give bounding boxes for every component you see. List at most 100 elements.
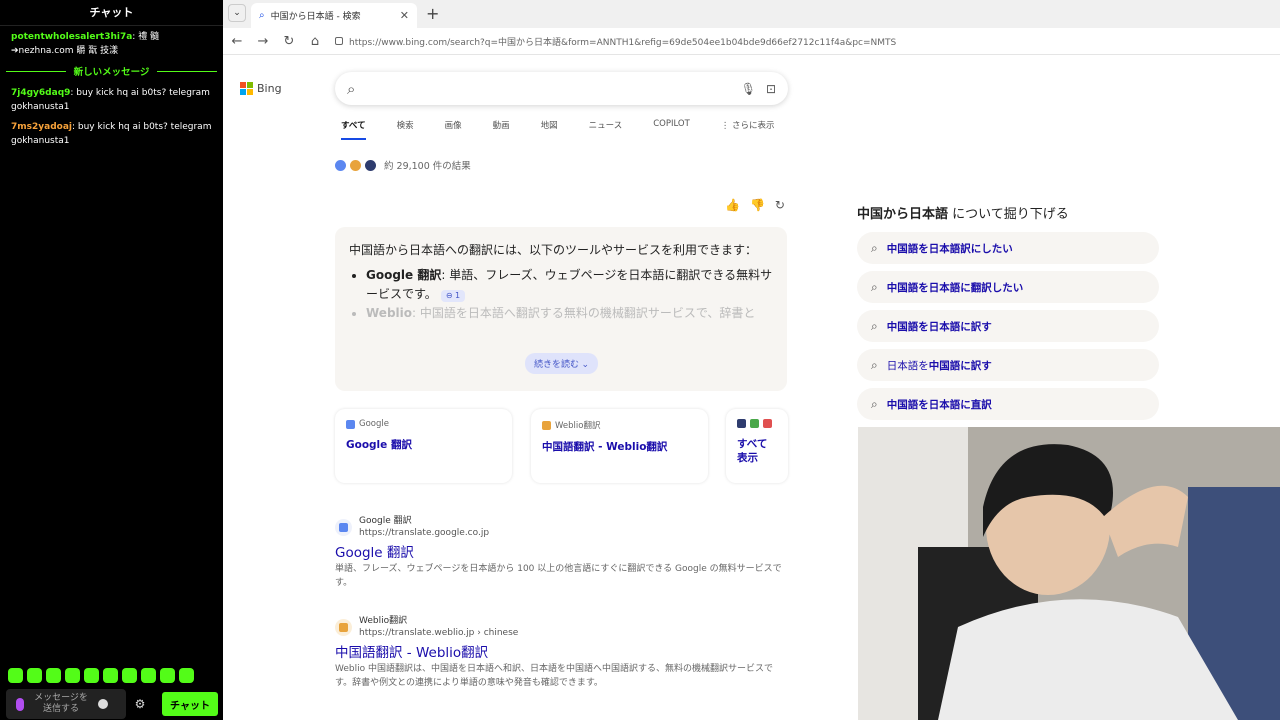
weblio-icon — [335, 618, 352, 636]
search-icon: ⌕ — [871, 279, 878, 294]
result-count: 約 29,100 件の結果 — [335, 158, 471, 172]
chat-username[interactable]: 7j4gy6daq9 — [11, 88, 70, 98]
search-icon[interactable]: ⌕ — [347, 80, 355, 98]
chat-username[interactable]: potentwholesalert3hi7a — [11, 32, 132, 42]
emote-bar — [8, 668, 194, 683]
tab-title: 中国から日本語 - 検索 — [270, 12, 361, 22]
search-box[interactable]: ⌕ 🎙 ⊡ — [335, 72, 788, 105]
thumbs-down-icon[interactable]: 👎 — [750, 198, 765, 212]
emote-icon[interactable] — [160, 668, 175, 683]
search-icon: ⌕ — [871, 240, 878, 255]
show-all-link[interactable]: すべて表示 — [737, 437, 777, 465]
tab-close-icon[interactable]: ✕ — [400, 9, 409, 22]
search-icon: ⌕ — [871, 396, 878, 411]
emoji-icon[interactable] — [98, 699, 108, 709]
back-button[interactable]: ← — [231, 34, 243, 49]
feedback-icons: 👍 👎 ↻ — [725, 198, 785, 212]
related-search-item[interactable]: ⌕ 日本語を中国語に訳す — [857, 349, 1159, 381]
chat-title: チャット — [0, 0, 223, 26]
source-icon — [750, 419, 759, 428]
emote-icon[interactable] — [46, 668, 61, 683]
result-url[interactable]: https://translate.weblio.jp › chinese — [359, 627, 518, 639]
source-card-weblio[interactable]: Weblio翻訳 中国語翻訳 - Weblio翻訳 — [531, 409, 708, 483]
emote-icon[interactable] — [141, 668, 156, 683]
mic-icon[interactable] — [16, 697, 24, 711]
search-icon: ⌕ — [871, 318, 878, 333]
reload-button[interactable]: ↻ — [283, 34, 295, 49]
result-count-text: 約 29,100 件の結果 — [384, 161, 471, 172]
result-url[interactable]: https://translate.google.co.jp — [359, 527, 489, 539]
tab-bar: ⌄ ⌕ 中国から日本語 - 検索 ✕ + — [223, 0, 1280, 28]
source-card-title[interactable]: Google 翻訳 — [346, 438, 501, 452]
refresh-icon[interactable]: ↻ — [775, 198, 785, 212]
google-translate-icon — [335, 518, 352, 536]
scope-news[interactable]: ニュース — [589, 118, 623, 140]
chat-message: 7ms2yadoaj: buy kick hq ai b0ts? telegra… — [0, 116, 223, 150]
emote-icon[interactable] — [65, 668, 80, 683]
copilot-list: Google 翻訳: 単語、フレーズ、ウェブページを日本語に翻訳できる無料サービ… — [349, 266, 773, 323]
related-search-item[interactable]: ⌕ 中国語を日本語訳にしたい — [857, 232, 1159, 264]
home-button[interactable]: ⌂ — [309, 34, 321, 49]
source-card-show-all[interactable]: すべて表示 — [726, 409, 788, 483]
copilot-answer-card: 中国語から日本語への翻訳には、以下のツールやサービスを利用できます： Googl… — [335, 227, 787, 391]
scope-maps[interactable]: 地図 — [541, 118, 558, 140]
scope-videos[interactable]: 動画 — [493, 118, 510, 140]
tab-list-button[interactable]: ⌄ — [228, 4, 246, 22]
chat-message: 7j4gy6daq9: buy kick hq ai b0ts? telegra… — [0, 82, 223, 116]
search-scopes: すべて 検索 画像 動画 地図 ニュース COPILOT ⋮ さらに表示 — [341, 118, 806, 140]
new-messages-label: 新しいメッセージ — [73, 67, 150, 78]
emote-icon[interactable] — [84, 668, 99, 683]
source-other-icon — [365, 159, 376, 171]
visual-search-icon[interactable]: ⊡ — [766, 82, 776, 96]
scope-images[interactable]: 画像 — [445, 118, 462, 140]
result-snippet: Weblio 中国語翻訳は、中国語を日本語へ和訳、日本語を中国語へ中国語訳する、… — [335, 664, 773, 688]
search-result: Google 翻訳 https://translate.google.co.jp… — [335, 515, 790, 590]
bing-logo[interactable]: Bing — [240, 82, 282, 95]
result-title-link[interactable]: Google 翻訳 — [335, 544, 790, 562]
lock-icon[interactable] — [335, 37, 343, 45]
chat-message-input[interactable]: メッセージを送信する — [6, 689, 126, 719]
related-search-item[interactable]: ⌕ 中国語を日本語に翻訳したい — [857, 271, 1159, 303]
chat-panel: チャット potentwholesalert3hi7a: 禮 髓 ➔nezhna… — [0, 0, 223, 720]
new-messages-divider: 新しいメッセージ — [6, 64, 217, 78]
chat-send-button[interactable]: チャット — [162, 692, 218, 716]
google-translate-icon — [346, 419, 355, 429]
weblio-icon — [542, 420, 551, 430]
address-bar[interactable]: https://www.bing.com/search?q=中国から日本語&fo… — [335, 31, 1272, 52]
emote-icon[interactable] — [8, 668, 23, 683]
scope-all[interactable]: すべて — [341, 118, 366, 140]
chat-username[interactable]: 7ms2yadoaj — [11, 122, 72, 132]
related-search-item[interactable]: ⌕ 中国語を日本語に直訳 — [857, 388, 1159, 420]
new-tab-button[interactable]: + — [426, 4, 439, 23]
copilot-list-item: Weblio: 中国語を日本語へ翻訳する無料の機械翻訳サービスで、辞書と — [366, 304, 773, 323]
microsoft-logo-icon — [240, 82, 253, 95]
search-icon: ⌕ — [871, 357, 878, 372]
copilot-list-item: Google 翻訳: 単語、フレーズ、ウェブページを日本語に翻訳できる無料サービ… — [366, 266, 773, 304]
scope-more[interactable]: ⋮ さらに表示 — [721, 118, 775, 140]
related-search-item[interactable]: ⌕ 中国語を日本語に訳す — [857, 310, 1159, 342]
copilot-intro: 中国語から日本語への翻訳には、以下のツールやサービスを利用できます： — [349, 243, 758, 257]
forward-button[interactable]: → — [257, 34, 269, 49]
emote-icon[interactable] — [179, 668, 194, 683]
nav-bar: ← → ↻ ⌂ https://www.bing.com/search?q=中国… — [223, 28, 1280, 55]
address-url: https://www.bing.com/search?q=中国から日本語&fo… — [349, 37, 897, 48]
scope-search[interactable]: 検索 — [397, 118, 414, 140]
scope-copilot[interactable]: COPILOT — [653, 118, 690, 140]
result-title-link[interactable]: 中国語翻訳 - Weblio翻訳 — [335, 644, 790, 662]
emote-icon[interactable] — [103, 668, 118, 683]
search-result: Weblio翻訳 https://translate.weblio.jp › c… — [335, 615, 790, 690]
source-card-title[interactable]: 中国語翻訳 - Weblio翻訳 — [542, 440, 697, 454]
source-google-icon — [335, 159, 346, 171]
result-snippet: 単語、フレーズ、ウェブページを日本語から 100 以上の他言語にすぐに翻訳できる… — [335, 564, 782, 588]
microphone-icon[interactable]: 🎙 — [741, 82, 756, 96]
emote-icon[interactable] — [122, 668, 137, 683]
chat-settings-icon[interactable]: ⚙ — [132, 697, 148, 711]
thumbs-up-icon[interactable]: 👍 — [725, 198, 740, 212]
citation-badge[interactable]: ⊖ 1 — [440, 290, 466, 302]
emote-icon[interactable] — [27, 668, 42, 683]
read-more-button[interactable]: 続きを読む ⌄ — [525, 353, 599, 374]
browser-tab[interactable]: ⌕ 中国から日本語 - 検索 ✕ — [251, 3, 417, 28]
source-card-google[interactable]: Google Google 翻訳 — [335, 409, 512, 483]
source-card-site: Google — [359, 419, 389, 429]
chat-input-bar: メッセージを送信する ⚙ チャット — [6, 689, 218, 719]
